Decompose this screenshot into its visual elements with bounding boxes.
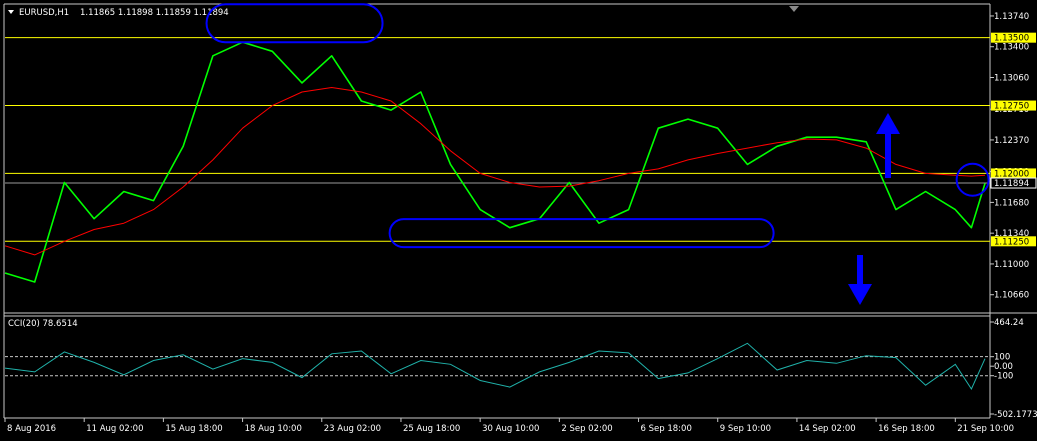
time-tick-label: 21 Sep 10:00 — [957, 424, 1014, 434]
price-tick-label: 1.11000 — [994, 260, 1029, 270]
background — [0, 0, 1037, 441]
level-label: 1.12750 — [994, 102, 1029, 112]
cci-tick-label: 0.00 — [994, 362, 1013, 372]
level-label: 1.11250 — [994, 237, 1029, 247]
time-tick-label: 16 Sep 18:00 — [878, 424, 935, 434]
price-tick-label: 1.10660 — [994, 291, 1029, 301]
time-tick-label: 18 Aug 10:00 — [245, 424, 302, 434]
price-tick-label: 1.12370 — [994, 136, 1029, 146]
time-tick-label: 14 Sep 02:00 — [799, 424, 856, 434]
time-tick-label: 11 Aug 02:00 — [86, 424, 143, 434]
time-tick-label: 6 Sep 18:00 — [641, 424, 692, 434]
cci-tick-label: 100 — [994, 353, 1010, 363]
price-tick-label: 1.13740 — [994, 12, 1029, 22]
chart-window: EURUSD,H1 1.11865 1.11898 1.11859 1.1189… — [0, 0, 1037, 441]
time-tick-label: 9 Sep 10:00 — [720, 424, 771, 434]
time-tick-label: 8 Aug 2016 — [7, 424, 56, 434]
time-tick-label: 30 Aug 10:00 — [482, 424, 539, 434]
level-label: 1.13500 — [994, 34, 1029, 44]
ohlc-values: 1.11865 1.11898 1.11859 1.11894 — [80, 8, 229, 18]
price-tick-label: 1.11680 — [994, 198, 1029, 208]
symbol-label: EURUSD,H1 — [19, 8, 69, 18]
cci-tick-label: -502.1773 — [994, 410, 1037, 420]
price-tick-label: 1.13060 — [994, 73, 1029, 83]
time-tick-label: 25 Aug 18:00 — [403, 424, 460, 434]
time-tick-label: 2 Sep 02:00 — [561, 424, 612, 434]
cci-tick-label: 464.24 — [994, 318, 1024, 328]
time-tick-label: 15 Aug 18:00 — [165, 424, 222, 434]
indicator-label: CCI(20) 78.6514 — [8, 319, 78, 329]
time-tick-label: 23 Aug 02:00 — [324, 424, 381, 434]
price-tick-label: 1.13400 — [994, 43, 1029, 53]
current-price-label: 1.11894 — [994, 179, 1029, 189]
cci-tick-label: -100 — [994, 372, 1013, 382]
